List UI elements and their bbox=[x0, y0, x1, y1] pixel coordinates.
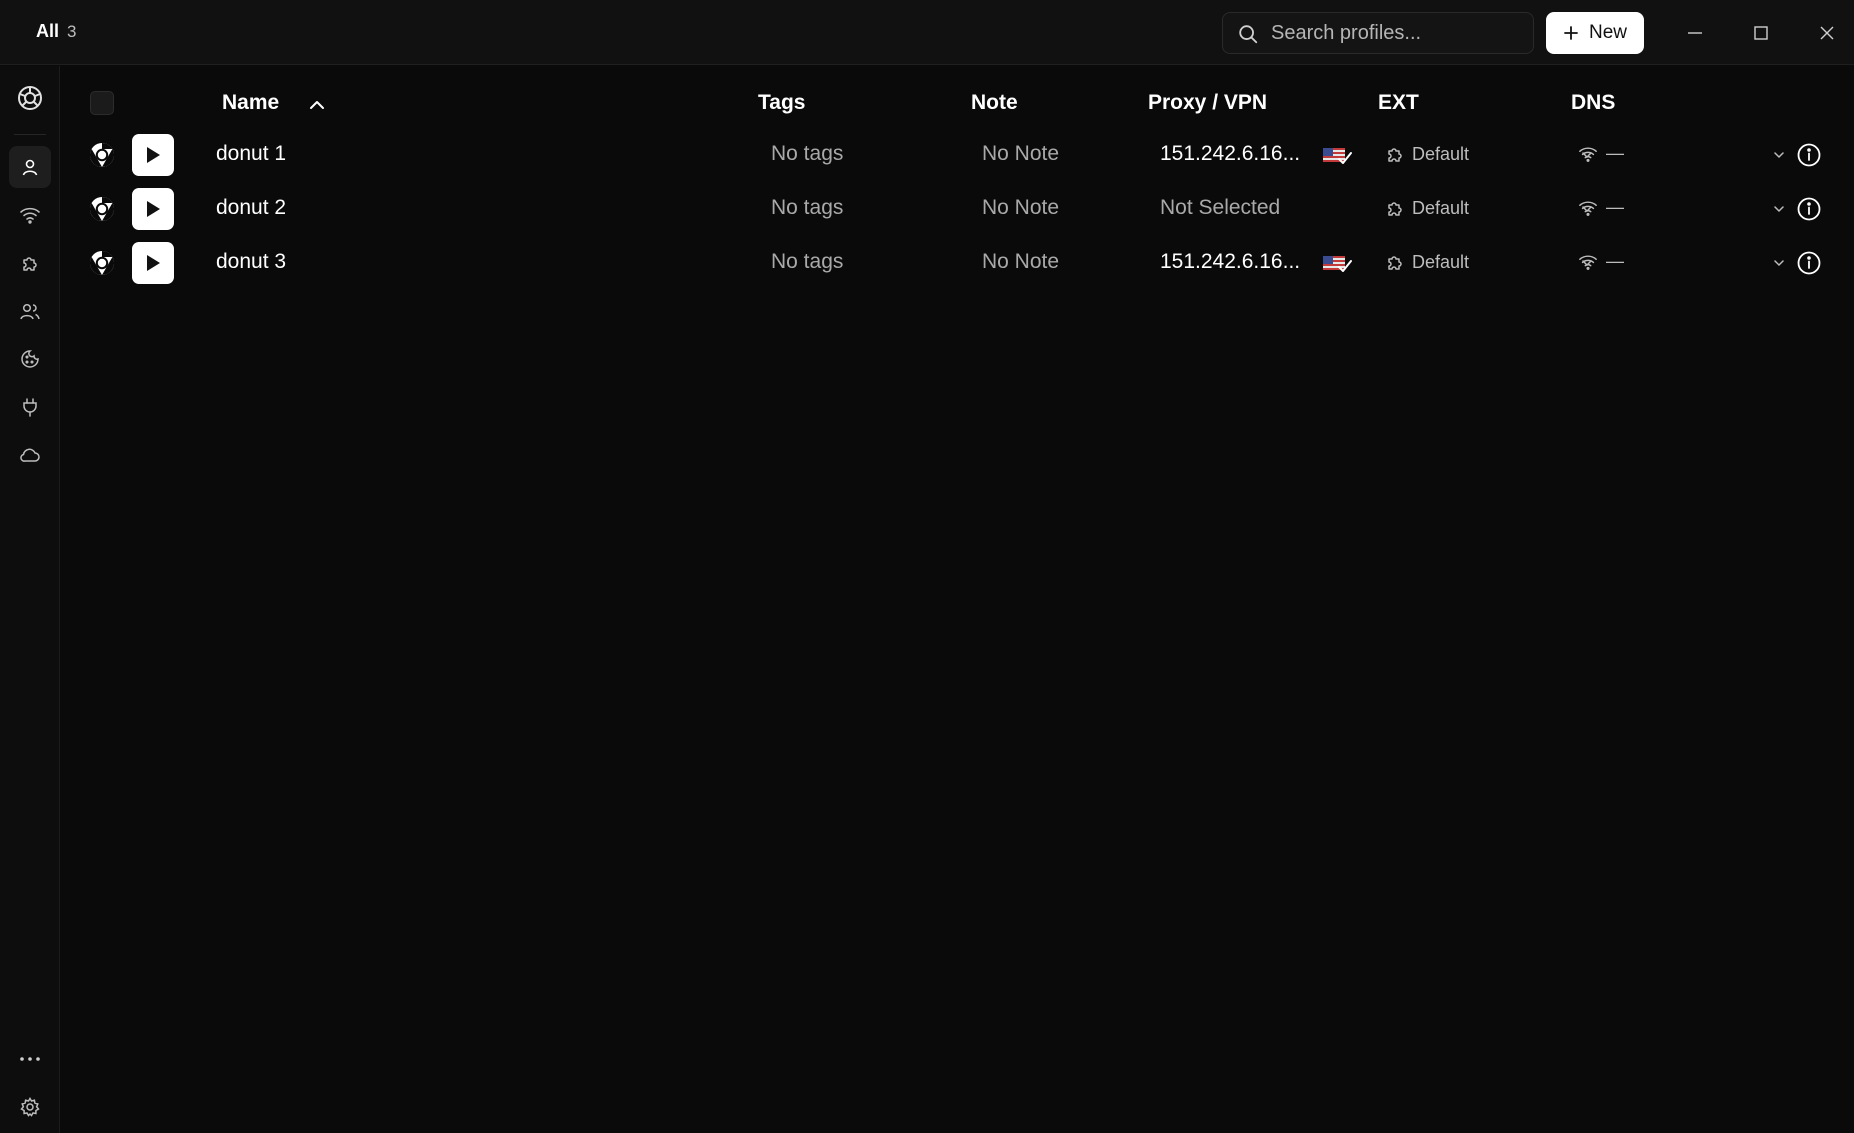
dns-value: — bbox=[1606, 251, 1624, 271]
info-icon[interactable] bbox=[1796, 250, 1822, 276]
sort-ascending-icon[interactable] bbox=[307, 95, 327, 115]
sidebar-item-team[interactable] bbox=[9, 290, 51, 332]
sidebar-item-extensions[interactable] bbox=[9, 242, 51, 284]
profile-name[interactable]: donut 3 bbox=[216, 250, 286, 274]
us-flag-icon bbox=[1323, 256, 1352, 272]
profile-proxy[interactable]: 151.242.6.16... bbox=[1160, 142, 1300, 166]
maximize-button[interactable] bbox=[1747, 19, 1775, 47]
profile-tags[interactable]: No tags bbox=[771, 142, 843, 166]
chrome-browser-icon bbox=[89, 197, 115, 221]
chevron-down-icon bbox=[1774, 206, 1784, 213]
close-icon bbox=[1820, 26, 1834, 40]
cloud-icon bbox=[20, 448, 40, 462]
profiles-icon bbox=[22, 159, 38, 176]
profile-proxy[interactable]: Not Selected bbox=[1160, 196, 1280, 220]
dns-select[interactable]: — bbox=[1578, 195, 1784, 223]
extension-value: Default bbox=[1412, 198, 1470, 218]
profile-note[interactable]: No Note bbox=[982, 142, 1059, 166]
table-row[interactable]: donut 1 No tags No Note 151.242.6.16... … bbox=[60, 128, 1854, 182]
launch-profile-button[interactable] bbox=[132, 134, 174, 176]
table-row[interactable]: donut 3 No tags No Note 151.242.6.16... … bbox=[60, 236, 1854, 290]
sidebar bbox=[0, 66, 60, 1133]
column-header-dns: DNS bbox=[1571, 91, 1616, 114]
column-header-name[interactable]: Name bbox=[222, 91, 279, 115]
sidebar-item-logo[interactable] bbox=[9, 77, 51, 119]
chrome-browser-icon bbox=[89, 143, 115, 167]
column-header-note: Note bbox=[971, 91, 1018, 114]
play-icon bbox=[147, 255, 160, 271]
sidebar-item-proxies[interactable] bbox=[9, 194, 51, 236]
play-icon bbox=[147, 201, 160, 217]
new-profile-button[interactable]: New bbox=[1546, 12, 1644, 54]
proxy-wifi-icon bbox=[20, 207, 40, 224]
team-users-icon bbox=[20, 303, 40, 320]
extension-puzzle-icon bbox=[1388, 256, 1402, 270]
chevron-down-icon bbox=[1774, 152, 1784, 159]
extension-value: Default bbox=[1412, 252, 1470, 272]
info-icon[interactable] bbox=[1796, 196, 1822, 222]
extension-select[interactable]: Default bbox=[1385, 141, 1592, 169]
dns-wifi-icon bbox=[1579, 201, 1597, 216]
extension-select[interactable]: Default bbox=[1385, 249, 1592, 277]
maximize-icon bbox=[1754, 26, 1768, 40]
plug-icon bbox=[23, 398, 37, 417]
plus-icon bbox=[1564, 26, 1578, 40]
more-dots-icon bbox=[20, 1057, 40, 1061]
profile-tags[interactable]: No tags bbox=[771, 196, 843, 220]
play-icon bbox=[147, 147, 160, 163]
dns-value: — bbox=[1606, 197, 1624, 217]
sidebar-item-cookies[interactable] bbox=[9, 338, 51, 380]
title-bar: All 3 New bbox=[0, 0, 1854, 65]
launch-profile-button[interactable] bbox=[132, 242, 174, 284]
select-all-checkbox[interactable] bbox=[90, 91, 114, 115]
search-icon bbox=[1239, 25, 1258, 44]
chrome-browser-icon bbox=[89, 251, 115, 275]
filter-all-label[interactable]: All bbox=[36, 21, 59, 42]
column-header-ext: EXT bbox=[1378, 91, 1419, 114]
extension-puzzle-icon bbox=[1388, 202, 1402, 216]
dns-value: — bbox=[1606, 143, 1624, 163]
extensions-puzzle-icon bbox=[23, 257, 37, 271]
cookies-icon bbox=[21, 350, 39, 368]
sidebar-item-settings[interactable] bbox=[9, 1086, 51, 1128]
search-input[interactable] bbox=[1271, 13, 1526, 53]
profile-proxy[interactable]: 151.242.6.16... bbox=[1160, 250, 1300, 274]
dns-select[interactable]: — bbox=[1578, 141, 1784, 169]
filter-count: 3 bbox=[67, 22, 77, 41]
sidebar-item-cloud[interactable] bbox=[9, 434, 51, 476]
dns-wifi-icon bbox=[1579, 147, 1597, 162]
extension-puzzle-icon bbox=[1388, 148, 1402, 162]
profile-name[interactable]: donut 2 bbox=[216, 196, 286, 220]
column-header-tags: Tags bbox=[758, 91, 806, 114]
extension-value: Default bbox=[1412, 144, 1470, 164]
minimize-button[interactable] bbox=[1681, 19, 1709, 47]
new-button-label: New bbox=[1588, 22, 1627, 43]
profile-note[interactable]: No Note bbox=[982, 196, 1059, 220]
close-button[interactable] bbox=[1813, 19, 1841, 47]
column-header-proxy: Proxy / VPN bbox=[1148, 91, 1268, 114]
dns-wifi-icon bbox=[1579, 255, 1597, 270]
sidebar-item-profiles[interactable] bbox=[9, 146, 51, 188]
app-window: All 3 New bbox=[0, 0, 1854, 1133]
profile-tags[interactable]: No tags bbox=[771, 250, 843, 274]
profile-note[interactable]: No Note bbox=[982, 250, 1059, 274]
launch-profile-button[interactable] bbox=[132, 188, 174, 230]
sidebar-item-more[interactable] bbox=[9, 1038, 51, 1080]
dns-select[interactable]: — bbox=[1578, 249, 1784, 277]
us-flag-icon bbox=[1323, 148, 1352, 164]
sidebar-separator bbox=[14, 134, 46, 135]
profile-name[interactable]: donut 1 bbox=[216, 142, 286, 166]
minimize-icon bbox=[1688, 32, 1702, 34]
info-icon[interactable] bbox=[1796, 142, 1822, 168]
chevron-down-icon bbox=[1774, 260, 1784, 267]
table-row[interactable]: donut 2 No tags No Note Not Selected Def… bbox=[60, 182, 1854, 236]
search-box[interactable] bbox=[1222, 12, 1534, 54]
sidebar-item-integrations[interactable] bbox=[9, 386, 51, 428]
app-logo-icon bbox=[18, 86, 42, 110]
extension-select[interactable]: Default bbox=[1385, 195, 1592, 223]
settings-gear-icon bbox=[20, 1097, 40, 1117]
